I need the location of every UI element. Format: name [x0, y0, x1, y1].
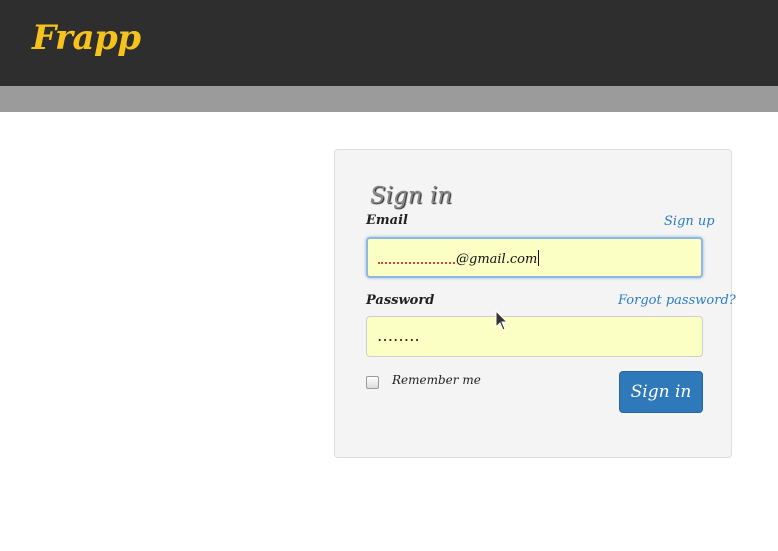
- sign-up-link[interactable]: Sign up: [664, 214, 715, 229]
- email-field[interactable]: @gmail.com: [366, 237, 703, 278]
- email-field-value: @gmail.com: [378, 250, 540, 267]
- top-navbar: Frapp: [0, 0, 778, 86]
- email-domain-text: @gmail.com: [456, 252, 538, 267]
- panel-title: Sign in: [370, 183, 453, 209]
- sub-navbar: [0, 86, 778, 112]
- remember-me-checkbox[interactable]: [366, 376, 379, 389]
- remember-me-label[interactable]: Remember me: [392, 373, 481, 387]
- text-caret: [538, 250, 540, 266]
- password-label: Password: [366, 293, 435, 308]
- email-label: Email: [366, 213, 408, 228]
- spellcheck-underline: [378, 252, 455, 264]
- password-masked-value: ․․․․․․․․: [377, 326, 420, 345]
- forgot-password-link[interactable]: Forgot password?: [618, 293, 736, 308]
- sign-in-panel: Sign in Email Sign up @gmail.com Passwor…: [334, 149, 736, 458]
- arrow-pointer-icon: [495, 310, 509, 331]
- sign-in-button[interactable]: Sign in: [619, 371, 703, 413]
- brand-logo-link[interactable]: Frapp: [32, 18, 141, 58]
- password-field[interactable]: ․․․․․․․․: [366, 316, 703, 357]
